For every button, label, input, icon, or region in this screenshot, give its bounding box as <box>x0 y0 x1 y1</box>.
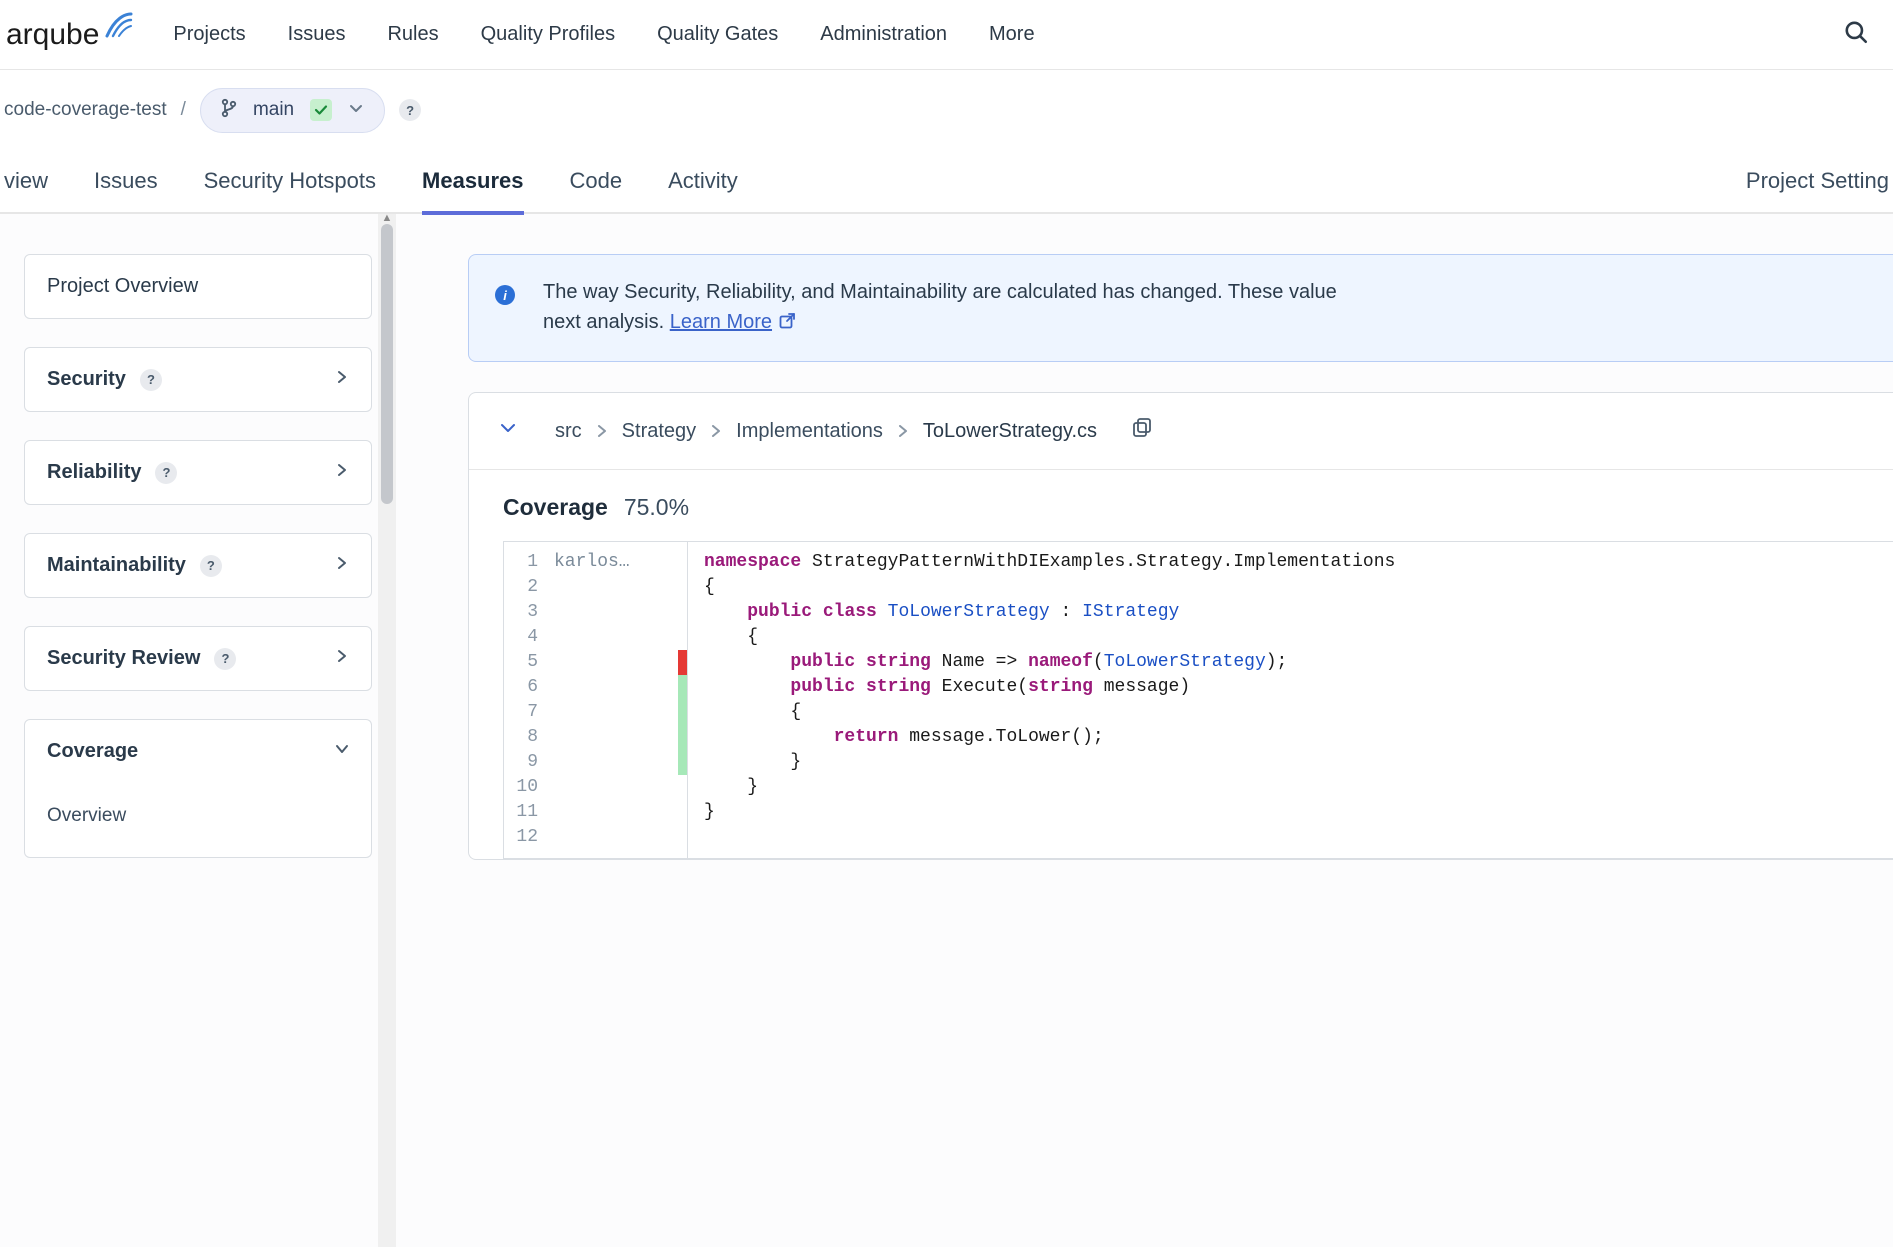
code-gutter: 123456789101112 karlos… <box>504 542 688 858</box>
nav-quality-profiles[interactable]: Quality Profiles <box>481 23 616 46</box>
coverage-label: Coverage <box>503 494 608 521</box>
chevron-right-icon <box>335 370 349 389</box>
sidebar: ▲ Project Overview Security ? Reliabilit… <box>0 214 396 1247</box>
project-tabs-left: view Issues Security Hotspots Measures C… <box>0 149 1746 213</box>
crumb-implementations[interactable]: Implementations <box>736 420 883 443</box>
nav-issues[interactable]: Issues <box>288 23 346 46</box>
nav-rules[interactable]: Rules <box>387 23 438 46</box>
nav-projects[interactable]: Projects <box>173 23 245 46</box>
top-nav-links: Projects Issues Rules Quality Profiles Q… <box>173 23 1843 46</box>
file-panel: src Strategy Implementations ToLowerStra… <box>468 392 1893 860</box>
info-banner: i The way Security, Reliability, and Mai… <box>468 254 1893 362</box>
sidebar-security-review[interactable]: Security Review ? <box>24 626 372 691</box>
tab-activity[interactable]: Activity <box>668 149 738 213</box>
tab-measures[interactable]: Measures <box>422 149 524 213</box>
chevron-right-icon <box>335 556 349 575</box>
sidebar-maintainability-label: Maintainability <box>47 554 186 577</box>
learn-more-link[interactable]: Learn More <box>670 311 796 333</box>
top-nav: arqube Projects Issues Rules Quality Pro… <box>0 0 1893 70</box>
chevron-down-icon <box>348 100 364 121</box>
chevron-right-icon <box>897 420 909 443</box>
banner-text-a: The way Security, Reliability, and Maint… <box>543 281 1337 303</box>
copy-icon[interactable] <box>1131 417 1153 445</box>
tab-security-hotspots[interactable]: Security Hotspots <box>204 149 376 213</box>
tab-issues[interactable]: Issues <box>94 149 158 213</box>
external-link-icon <box>778 309 796 339</box>
sidebar-reliability[interactable]: Reliability ? <box>24 440 372 505</box>
nav-quality-gates[interactable]: Quality Gates <box>657 23 778 46</box>
sidebar-reliability-label: Reliability <box>47 461 141 484</box>
code-viewer: 123456789101112 karlos… namespace Strate… <box>503 541 1893 859</box>
branch-selector[interactable]: main <box>200 88 385 133</box>
sidebar-coverage-label: Coverage <box>47 740 138 763</box>
tab-project-settings[interactable]: Project Setting <box>1746 149 1889 213</box>
chevron-down-icon[interactable] <box>499 419 517 443</box>
chevron-right-icon <box>335 463 349 482</box>
help-icon[interactable]: ? <box>214 648 236 670</box>
crumb-src[interactable]: src <box>555 420 582 443</box>
author-column: karlos… <box>548 542 678 858</box>
file-breadcrumb: src Strategy Implementations ToLowerStra… <box>469 393 1893 470</box>
main: i The way Security, Reliability, and Mai… <box>396 214 1893 1247</box>
crumb-strategy[interactable]: Strategy <box>622 420 696 443</box>
code-area[interactable]: namespace StrategyPatternWithDIExamples.… <box>688 542 1411 858</box>
logo[interactable]: arqube <box>0 18 173 52</box>
sidebar-security-review-label: Security Review <box>47 647 200 670</box>
sidebar-security-label: Security <box>47 368 126 391</box>
project-name[interactable]: code-coverage-test <box>4 99 167 121</box>
chevron-right-icon <box>335 649 349 668</box>
banner-message: The way Security, Reliability, and Maint… <box>543 277 1337 339</box>
banner-text-b: next analysis. <box>543 311 670 333</box>
branch-name: main <box>253 99 294 121</box>
chevron-right-icon <box>596 420 608 443</box>
help-icon[interactable]: ? <box>140 369 162 391</box>
coverage-row: Coverage 75.0% <box>469 470 1893 531</box>
sidebar-maintainability[interactable]: Maintainability ? <box>24 533 372 598</box>
search-icon[interactable] <box>1843 19 1869 50</box>
branch-help-icon[interactable]: ? <box>399 99 421 121</box>
chevron-down-icon <box>335 742 349 761</box>
nav-more[interactable]: More <box>989 23 1035 46</box>
body: ▲ Project Overview Security ? Reliabilit… <box>0 214 1893 1247</box>
coverage-strip <box>678 542 687 858</box>
logo-swoosh-icon <box>105 12 133 48</box>
chevron-right-icon <box>710 420 722 443</box>
sidebar-project-overview-label: Project Overview <box>47 275 198 298</box>
help-icon[interactable]: ? <box>200 555 222 577</box>
info-icon: i <box>495 285 515 305</box>
breadcrumb-slash: / <box>181 99 186 121</box>
git-branch-icon <box>221 98 237 123</box>
coverage-value: 75.0% <box>624 494 689 521</box>
project-tabs: view Issues Security Hotspots Measures C… <box>0 150 1893 214</box>
tab-overview[interactable]: view <box>4 149 48 213</box>
project-header: code-coverage-test / main ? <box>0 70 1893 150</box>
quality-gate-pass-icon <box>310 99 332 121</box>
sidebar-scrollbar[interactable]: ▲ <box>378 214 396 1247</box>
nav-administration[interactable]: Administration <box>820 23 947 46</box>
line-numbers: 123456789101112 <box>504 542 548 858</box>
file-name: ToLowerStrategy.cs <box>923 420 1097 443</box>
sidebar-security[interactable]: Security ? <box>24 347 372 412</box>
sidebar-coverage[interactable]: Coverage <box>24 719 372 783</box>
sidebar-project-overview[interactable]: Project Overview <box>24 254 372 319</box>
tab-code[interactable]: Code <box>570 149 623 213</box>
help-icon[interactable]: ? <box>155 462 177 484</box>
sidebar-coverage-overview[interactable]: Overview <box>25 791 371 841</box>
logo-text: arqube <box>6 18 99 52</box>
